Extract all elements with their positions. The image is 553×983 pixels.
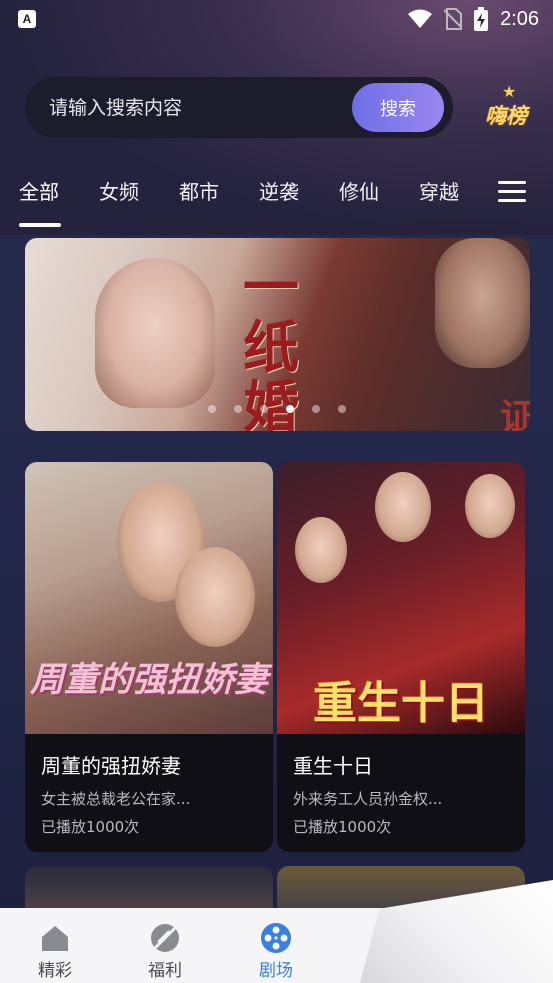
carousel-dot[interactable] — [208, 405, 216, 413]
banner-carousel[interactable]: 一纸婚约 证 — [25, 238, 530, 431]
play-count: 已播放1000次 — [41, 818, 140, 836]
welfare-icon — [151, 924, 179, 952]
search-button[interactable]: 搜索 — [352, 83, 444, 132]
tab-comeback[interactable]: 逆袭 — [259, 176, 299, 205]
nav-label: 精彩 — [38, 961, 72, 981]
banner-groom-image — [435, 238, 530, 368]
nav-item-theater[interactable]: 剧场 — [241, 922, 311, 981]
drama-poster: 周董的强扭娇妻 — [25, 462, 273, 734]
nav-label: 福利 — [148, 961, 182, 981]
active-tab-indicator — [19, 223, 61, 227]
star-icon: ★ — [502, 82, 517, 101]
drama-description: 外来务工人员孙金权... — [293, 790, 443, 808]
rank-label: 嗨榜 — [485, 104, 527, 128]
nav-item-welfare[interactable]: 福利 — [130, 922, 200, 981]
poster-actor-image — [375, 472, 431, 542]
film-reel-icon — [261, 923, 291, 953]
status-time: 2:06 — [500, 7, 539, 30]
category-tabs: 全部 女频 都市 逆袭 修仙 穿越 — [0, 170, 553, 230]
drama-title: 重生十日 — [293, 754, 373, 778]
tab-female[interactable]: 女频 — [99, 176, 139, 205]
app-notification-icon: A — [18, 10, 36, 28]
poster-actor-image — [465, 474, 515, 538]
banner-stamp-text: 证 — [500, 396, 530, 431]
status-icons: 2:06 — [408, 6, 539, 32]
home-icon — [42, 926, 68, 951]
nav-item-highlights[interactable]: 精彩 — [20, 922, 90, 981]
drama-card[interactable]: 重生十日 重生十日 外来务工人员孙金权... 已播放1000次 — [277, 462, 525, 852]
carousel-dots — [208, 405, 346, 413]
no-sim-icon — [444, 8, 463, 30]
poster-title-art: 周董的强扭娇妻 — [30, 660, 268, 700]
drama-card[interactable]: 周董的强扭娇妻 周董的强扭娇妻 女主被总裁老公在家... 已播放1000次 — [25, 462, 273, 852]
carousel-dot[interactable] — [234, 405, 242, 413]
tab-time-travel[interactable]: 穿越 — [419, 176, 459, 205]
play-count: 已播放1000次 — [293, 818, 392, 836]
carousel-dot[interactable] — [312, 405, 320, 413]
poster-actress-image — [175, 547, 255, 647]
rank-button[interactable]: ★ 嗨榜 — [478, 82, 534, 134]
battery-charging-icon — [474, 7, 489, 31]
tab-all[interactable]: 全部 — [19, 176, 59, 205]
status-bar: A 2:06 — [0, 0, 553, 38]
search-input[interactable] — [49, 77, 359, 138]
poster-actress-image — [295, 517, 347, 583]
tab-urban[interactable]: 都市 — [179, 176, 219, 205]
carousel-dot-active[interactable] — [286, 405, 294, 413]
drama-poster: 重生十日 — [277, 462, 525, 734]
tab-cultivation[interactable]: 修仙 — [339, 176, 379, 205]
drama-description: 女主被总裁老公在家... — [41, 790, 191, 808]
poster-title-art: 重生十日 — [313, 678, 489, 729]
nav-label: 剧场 — [259, 961, 293, 981]
carousel-dot[interactable] — [260, 405, 268, 413]
wifi-icon — [408, 9, 433, 28]
carousel-dot[interactable] — [338, 405, 346, 413]
search-bar: 搜索 — [25, 77, 453, 138]
drama-title: 周董的强扭娇妻 — [41, 754, 181, 778]
banner-bride-image — [95, 258, 215, 408]
menu-icon[interactable] — [498, 181, 526, 203]
